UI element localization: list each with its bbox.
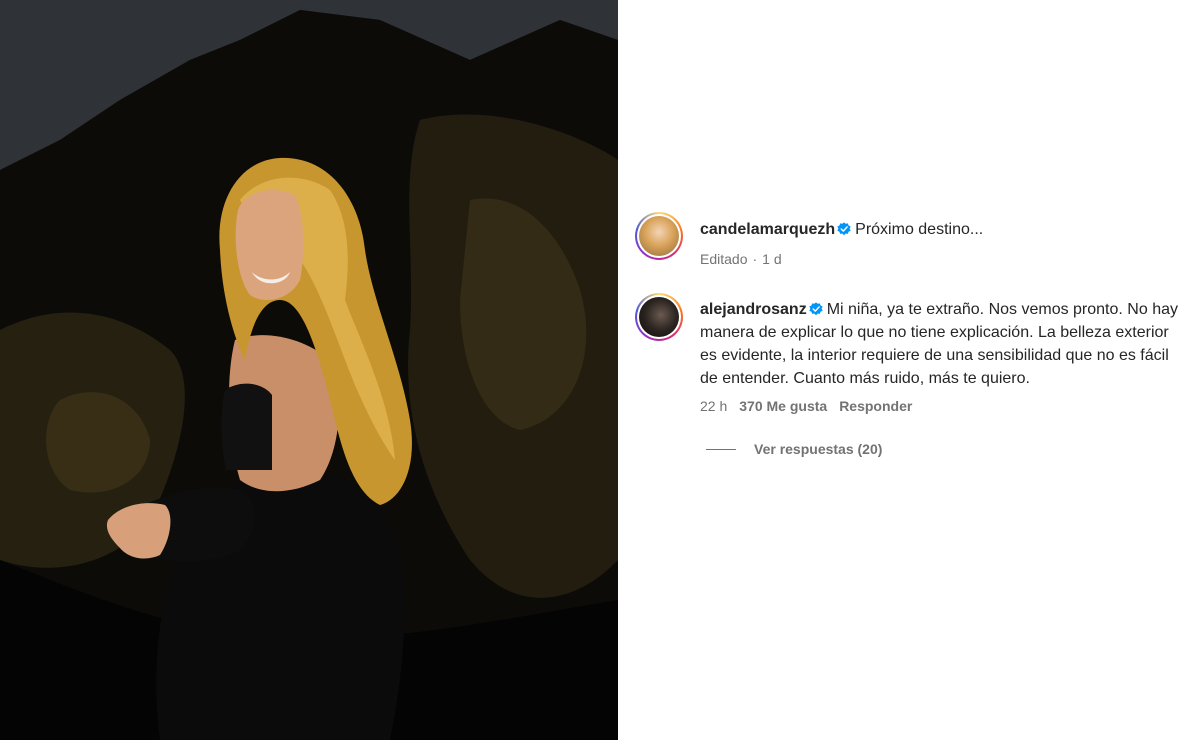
reply-button[interactable]: Responder xyxy=(839,398,912,414)
commenter-avatar[interactable] xyxy=(635,293,683,341)
view-replies-label: Ver respuestas (20) xyxy=(754,441,883,457)
verified-badge-icon xyxy=(837,222,851,236)
post-photo[interactable] xyxy=(0,0,618,740)
edited-label: Editado xyxy=(700,251,748,267)
caption-meta: Editado · 1 d xyxy=(700,251,782,267)
author-avatar-image xyxy=(639,216,679,256)
comment-time[interactable]: 22 h xyxy=(700,398,727,414)
instagram-post: candelamarquezh Próximo destino... Editad… xyxy=(0,0,1200,740)
post-caption: candelamarquezh Próximo destino... xyxy=(700,218,1180,241)
verified-badge-icon xyxy=(809,302,823,316)
commenter-username[interactable]: alejandrosanz xyxy=(700,301,807,318)
comment-likes[interactable]: 370 Me gusta xyxy=(739,398,827,414)
comment-item: alejandrosanz Mi niña, ya te extraño. Nos… xyxy=(700,298,1180,390)
author-username[interactable]: candelamarquezh xyxy=(700,221,835,238)
replies-divider xyxy=(706,448,736,450)
comment-meta: 22 h 370 Me gusta Responder xyxy=(700,398,912,414)
caption-text: Próximo destino... xyxy=(855,221,984,238)
photo-illustration xyxy=(0,0,618,740)
comments-panel: candelamarquezh Próximo destino... Editad… xyxy=(618,0,1200,740)
meta-separator: · xyxy=(752,251,758,267)
caption-time[interactable]: 1 d xyxy=(762,251,781,267)
view-replies-button[interactable]: Ver respuestas (20) xyxy=(706,441,882,457)
author-avatar[interactable] xyxy=(635,212,683,260)
commenter-avatar-image xyxy=(639,297,679,337)
